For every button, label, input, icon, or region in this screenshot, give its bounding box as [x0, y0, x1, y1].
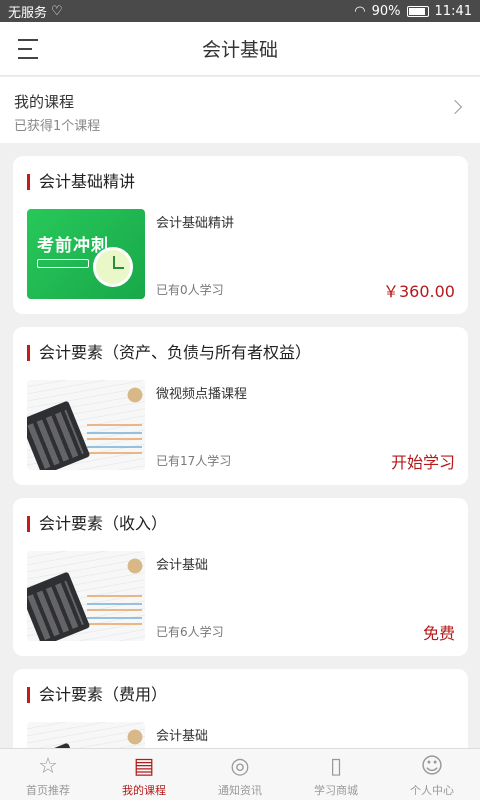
course-thumbnail: 考前冲刺 [27, 209, 145, 299]
tab-label: 我的课程 [122, 784, 166, 797]
free-label[interactable]: 免费 [423, 620, 455, 644]
tab-label: 学习商城 [314, 784, 358, 797]
tab-label: 首页推荐 [26, 784, 70, 797]
menu-icon[interactable] [18, 39, 38, 59]
course-list: 会计基础精讲 考前冲刺 会计基础精讲 已有0人学习 ￥360.00 会计要素（资… [13, 156, 468, 800]
clock-time: 11:41 [434, 3, 472, 19]
globe-icon: ◎ [230, 754, 250, 779]
course-card[interactable]: 会计基础精讲 考前冲刺 会计基础精讲 已有0人学习 ￥360.00 [13, 156, 468, 314]
carrier-text: 无服务 [8, 5, 48, 21]
document-icon: ▤ [133, 754, 155, 779]
app-header: 会计基础 [0, 22, 480, 76]
person-icon: ☺ [420, 754, 444, 779]
course-thumbnail [27, 551, 145, 641]
my-courses-title: 我的课程 [14, 93, 75, 111]
course-thumbnail [27, 380, 145, 470]
course-subtitle: 会计基础 [156, 558, 209, 573]
learner-count: 已有6人学习 [156, 625, 224, 639]
battery-icon [406, 5, 429, 17]
tab-profile[interactable]: ☺ 个人中心 [384, 749, 480, 800]
star-icon: ☆ [38, 754, 58, 779]
course-card[interactable]: 会计要素（收入） 会计基础 已有6人学习 免费 [13, 498, 468, 656]
status-bar: 无服务 ♡ ◠ 90% 11:41 [0, 0, 480, 22]
clock-icon [93, 247, 133, 287]
tab-home[interactable]: ☆ 首页推荐 [0, 749, 96, 800]
tab-label: 通知资讯 [218, 784, 262, 797]
my-courses-subtitle: 已获得1个课程 [14, 119, 101, 134]
course-price[interactable]: ￥360.00 [383, 278, 455, 302]
thumbnail-tag [37, 259, 89, 268]
heart-icon: ♡ [51, 3, 63, 19]
tab-label: 个人中心 [410, 784, 454, 797]
course-title: 会计基础精讲 [27, 174, 454, 190]
learner-count: 已有17人学习 [156, 454, 232, 468]
course-card[interactable]: 会计要素（资产、负债与所有者权益） 微视频点播课程 已有17人学习 开始学习 [13, 327, 468, 485]
course-title: 会计要素（费用） [27, 687, 454, 703]
wifi-icon: ◠ [354, 3, 366, 19]
start-learning-button[interactable]: 开始学习 [391, 449, 455, 473]
course-subtitle: 会计基础 [156, 729, 209, 744]
tab-my-courses[interactable]: ▤ 我的课程 [96, 749, 192, 800]
page-title: 会计基础 [201, 39, 278, 61]
tab-store[interactable]: ▯ 学习商城 [288, 749, 384, 800]
bottom-tab-bar: ☆ 首页推荐 ▤ 我的课程 ◎ 通知资讯 ▯ 学习商城 ☺ 个人中心 [0, 748, 480, 800]
battery-percent: 90% [371, 3, 401, 19]
course-title: 会计要素（资产、负债与所有者权益） [27, 345, 454, 361]
course-subtitle: 会计基础精讲 [156, 216, 235, 231]
book-icon: ▯ [329, 754, 343, 779]
course-subtitle: 微视频点播课程 [156, 387, 248, 402]
learner-count: 已有0人学习 [156, 283, 224, 297]
my-courses-row[interactable]: 我的课程 已获得1个课程 [0, 77, 480, 143]
tab-news[interactable]: ◎ 通知资讯 [192, 749, 288, 800]
course-title: 会计要素（收入） [27, 516, 454, 532]
